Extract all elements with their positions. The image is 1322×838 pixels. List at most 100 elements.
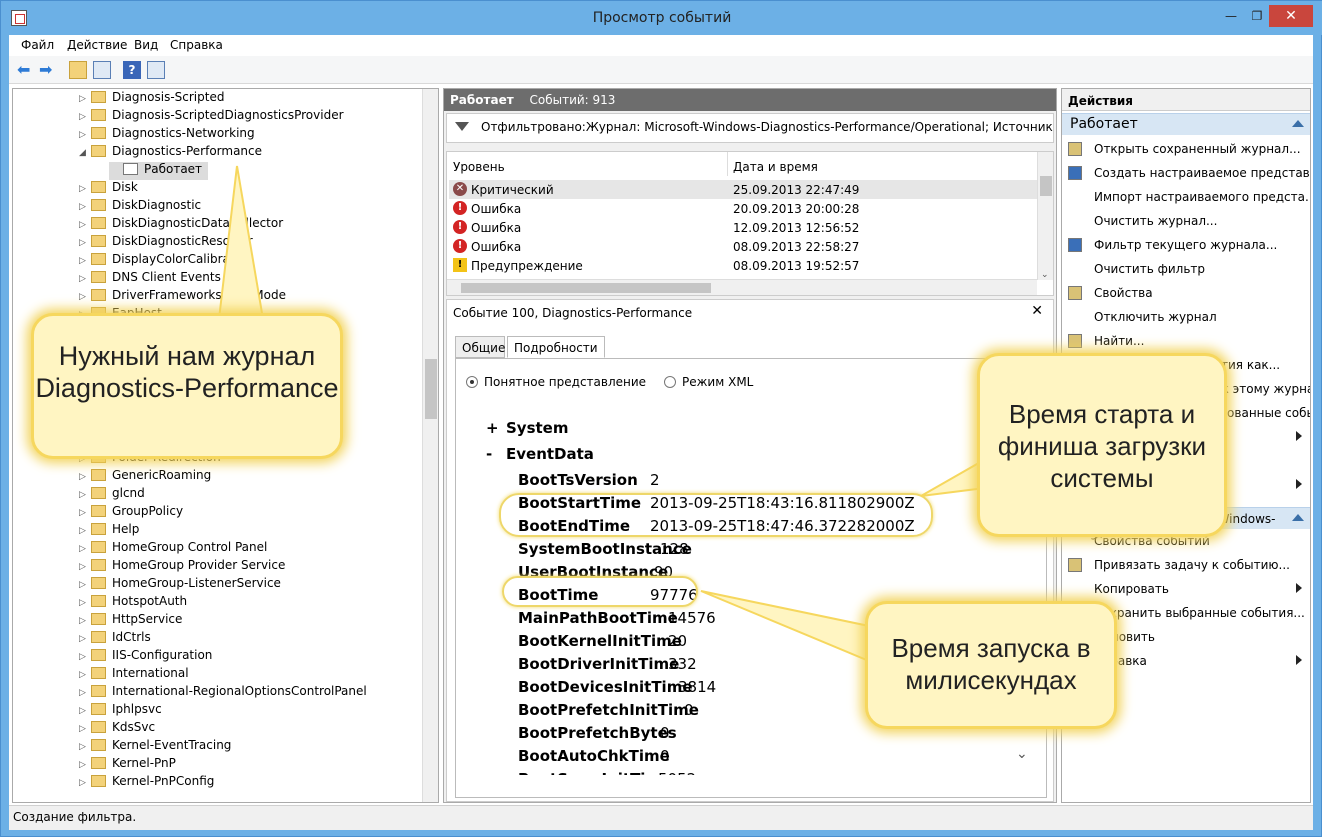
column-divider[interactable] bbox=[727, 152, 728, 176]
tree-scrollbar[interactable] bbox=[422, 89, 438, 802]
tree-item[interactable]: ▷ International bbox=[79, 666, 189, 684]
action-item[interactable]: Копировать bbox=[1062, 577, 1310, 601]
collapsed-arrow-icon[interactable]: ▷ bbox=[79, 562, 91, 572]
collapsed-arrow-icon[interactable]: ▷ bbox=[79, 616, 91, 626]
close-icon[interactable]: ✕ bbox=[1031, 303, 1043, 319]
actions-section-log[interactable]: Работает bbox=[1062, 113, 1310, 135]
collapsed-arrow-icon[interactable]: ▷ bbox=[79, 130, 91, 140]
tree-item[interactable]: ▷ Kernel-PnPConfig bbox=[79, 774, 214, 792]
minimize-button[interactable]: — bbox=[1217, 5, 1245, 27]
tree-item[interactable]: ▷ DriverFrameworks-UserMode bbox=[79, 288, 286, 306]
action-item[interactable]: Создать настраиваемое представ... bbox=[1062, 161, 1310, 185]
tree-item[interactable]: Работает bbox=[109, 162, 209, 180]
collapse-eventdata-toggle[interactable]: - bbox=[486, 445, 492, 463]
event-row[interactable]: ! Ошибка 08.09.2013 22:58:27 bbox=[449, 237, 1037, 256]
collapsed-arrow-icon[interactable]: ▷ bbox=[79, 598, 91, 608]
collapsed-arrow-icon[interactable]: ▷ bbox=[79, 652, 91, 662]
menu-help[interactable]: Справка bbox=[170, 38, 223, 52]
collapsed-arrow-icon[interactable]: ▷ bbox=[79, 490, 91, 500]
column-level[interactable]: Уровень bbox=[453, 160, 505, 174]
action-item[interactable]: Найти... bbox=[1062, 329, 1310, 353]
chevron-down-icon[interactable]: ⌄ bbox=[1041, 270, 1049, 280]
tree-item[interactable]: ▷ GenericRoaming bbox=[79, 468, 211, 486]
expand-system-toggle[interactable]: + bbox=[486, 419, 499, 437]
events-v-scrollbar[interactable]: ⌄ bbox=[1037, 152, 1053, 280]
tree-item[interactable]: ▷ Diagnostics-Networking bbox=[79, 126, 255, 144]
action-item[interactable]: Отключить журнал bbox=[1062, 305, 1310, 329]
tree-item[interactable]: ▷ Iphlpsvc bbox=[79, 702, 162, 720]
tab-general[interactable]: Общие bbox=[455, 336, 505, 358]
collapsed-arrow-icon[interactable]: ▷ bbox=[79, 544, 91, 554]
tree-item[interactable]: ▷ DiskDiagnosticDataCollector bbox=[79, 216, 283, 234]
action-item[interactable]: Фильтр текущего журнала... bbox=[1062, 233, 1310, 257]
tree-item[interactable]: ▷ HomeGroup Provider Service bbox=[79, 558, 285, 576]
menu-file[interactable]: Файл bbox=[21, 38, 54, 52]
collapsed-arrow-icon[interactable]: ▷ bbox=[79, 778, 91, 788]
show-actions-icon[interactable] bbox=[147, 61, 165, 79]
menu-action[interactable]: Действие bbox=[67, 38, 127, 52]
action-item[interactable]: Открыть сохраненный журнал... bbox=[1062, 137, 1310, 161]
tree-item[interactable]: ▷ Kernel-EventTracing bbox=[79, 738, 231, 756]
collapsed-arrow-icon[interactable]: ▷ bbox=[79, 220, 91, 230]
collapsed-arrow-icon[interactable]: ▷ bbox=[79, 256, 91, 266]
radio-xml-view[interactable]: Режим XML bbox=[664, 375, 753, 389]
close-button[interactable]: ✕ bbox=[1269, 5, 1313, 27]
action-item[interactable]: Свойства bbox=[1062, 281, 1310, 305]
collapsed-arrow-icon[interactable]: ▷ bbox=[79, 742, 91, 752]
action-item[interactable]: Импорт настраиваемого предста... bbox=[1062, 185, 1310, 209]
events-h-scrollbar-thumb[interactable] bbox=[461, 283, 711, 293]
event-row[interactable]: ! Ошибка 20.09.2013 20:00:28 bbox=[449, 199, 1037, 218]
event-row[interactable]: ✕ Критический 25.09.2013 22:47:49 bbox=[449, 180, 1037, 199]
collapsed-arrow-icon[interactable]: ▷ bbox=[79, 202, 91, 212]
back-arrow-icon[interactable]: ⬅ bbox=[17, 61, 35, 79]
tree-item[interactable]: ▷ DNS Client Events bbox=[79, 270, 221, 288]
collapsed-arrow-icon[interactable]: ▷ bbox=[79, 292, 91, 302]
tab-details[interactable]: Подробности bbox=[507, 336, 605, 358]
event-row[interactable]: ! Ошибка 12.09.2013 12:56:52 bbox=[449, 218, 1037, 237]
tree-item[interactable]: ▷ HomeGroup Control Panel bbox=[79, 540, 267, 558]
collapsed-arrow-icon[interactable]: ▷ bbox=[79, 724, 91, 734]
tree-item[interactable]: ▷ DiskDiagnosticResolver bbox=[79, 234, 253, 252]
tree-item[interactable]: ▷ Kernel-PnP bbox=[79, 756, 176, 774]
collapsed-arrow-icon[interactable]: ▷ bbox=[79, 94, 91, 104]
tree-item[interactable]: ▷ KdsSvc bbox=[79, 720, 155, 738]
tree-item[interactable]: ▷ International-RegionalOptionsControlPan… bbox=[79, 684, 367, 702]
collapsed-arrow-icon[interactable]: ▷ bbox=[79, 274, 91, 284]
tree-item[interactable]: ▷ Disk bbox=[79, 180, 138, 198]
collapsed-arrow-icon[interactable]: ▷ bbox=[79, 760, 91, 770]
collapsed-arrow-icon[interactable]: ▷ bbox=[79, 634, 91, 644]
menu-view[interactable]: Вид bbox=[134, 38, 158, 52]
help-icon[interactable]: ? bbox=[123, 61, 141, 79]
forward-arrow-icon[interactable]: ➡ bbox=[39, 61, 57, 79]
tree-item[interactable]: ▷ HttpService bbox=[79, 612, 182, 630]
radio-friendly-view[interactable]: Понятное представление bbox=[466, 375, 646, 389]
tree-item[interactable]: ▷ IIS-Configuration bbox=[79, 648, 212, 666]
tree-item[interactable]: ▷ HotspotAuth bbox=[79, 594, 187, 612]
collapsed-arrow-icon[interactable]: ▷ bbox=[79, 688, 91, 698]
tree-item[interactable]: ▷ glcnd bbox=[79, 486, 145, 504]
tree-item[interactable]: ▷ Diagnosis-ScriptedDiagnosticsProvider bbox=[79, 108, 344, 126]
tree-scrollbar-thumb[interactable] bbox=[425, 359, 437, 419]
collapsed-arrow-icon[interactable]: ▷ bbox=[79, 670, 91, 680]
collapsed-arrow-icon[interactable]: ▷ bbox=[79, 238, 91, 248]
collapsed-arrow-icon[interactable]: ▷ bbox=[79, 580, 91, 590]
title-bar[interactable]: Просмотр событий — ❐ ✕ bbox=[1, 1, 1322, 35]
column-date[interactable]: Дата и время bbox=[733, 160, 818, 174]
events-v-scrollbar-thumb[interactable] bbox=[1040, 176, 1052, 196]
tree-item[interactable]: ▷ DiskDiagnostic bbox=[79, 198, 201, 216]
maximize-button[interactable]: ❐ bbox=[1243, 5, 1271, 27]
chevron-down-icon[interactable]: ⌄ bbox=[1016, 746, 1028, 762]
action-item[interactable]: Очистить фильтр bbox=[1062, 257, 1310, 281]
collapsed-arrow-icon[interactable]: ▷ bbox=[79, 526, 91, 536]
event-row[interactable]: ! Предупреждение 08.09.2013 19:52:57 bbox=[449, 256, 1037, 275]
collapsed-arrow-icon[interactable]: ▷ bbox=[79, 508, 91, 518]
events-h-scrollbar[interactable] bbox=[447, 279, 1037, 295]
action-item[interactable]: Очистить журнал... bbox=[1062, 209, 1310, 233]
tree-item[interactable]: ▷ Diagnosis-Scripted bbox=[79, 90, 224, 108]
collapsed-arrow-icon[interactable]: ▷ bbox=[79, 472, 91, 482]
collapsed-arrow-icon[interactable]: ▷ bbox=[79, 184, 91, 194]
tree-item[interactable]: ▷ HomeGroup-ListenerService bbox=[79, 576, 281, 594]
tree-item[interactable]: ▷ Help bbox=[79, 522, 139, 540]
action-item[interactable]: Привязать задачу к событию... bbox=[1062, 553, 1310, 577]
open-folder-icon[interactable] bbox=[69, 61, 87, 79]
